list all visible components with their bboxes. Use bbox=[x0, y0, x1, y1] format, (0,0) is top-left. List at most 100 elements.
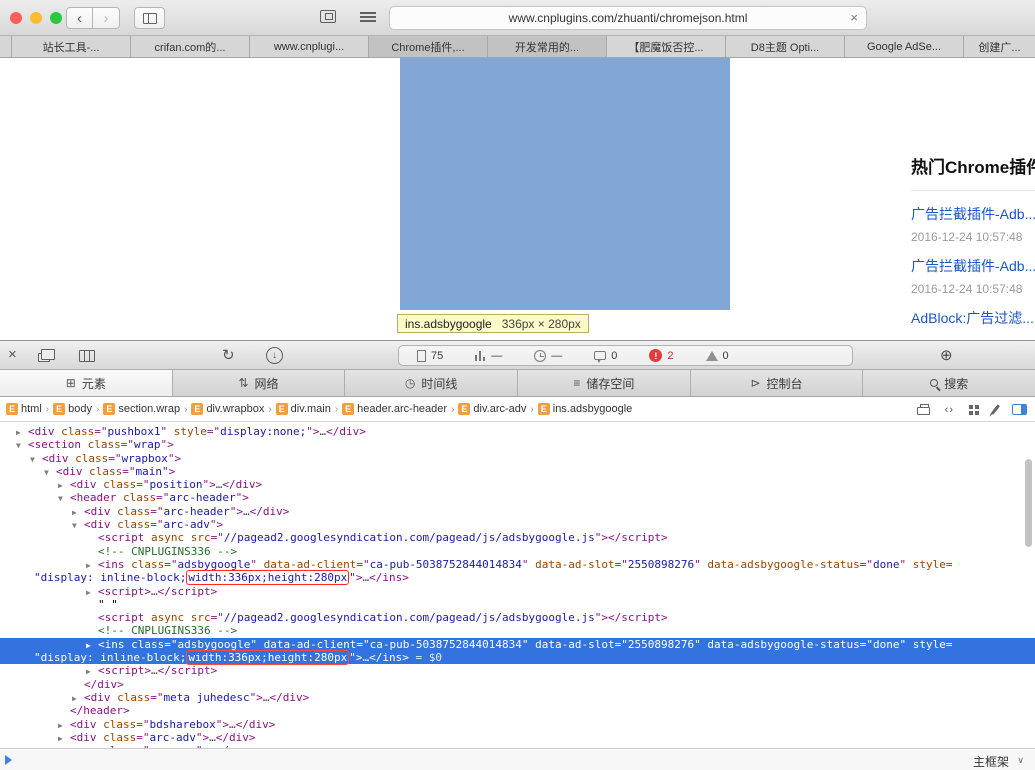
dom-row[interactable]: "display: inline-block; width:336px;heigh… bbox=[0, 570, 1035, 586]
dock-side-icon[interactable] bbox=[79, 350, 95, 362]
browser-tab[interactable] bbox=[0, 36, 12, 57]
dom-row[interactable]: ▼ <section class="wrap"> bbox=[0, 438, 1035, 451]
breadcrumb-item[interactable]: Ediv.arc-adv bbox=[458, 403, 526, 415]
dom-row[interactable]: ▶ <ins class="adsbygoogle" data-ad-client… bbox=[0, 637, 1035, 652]
inspector-tab-elements[interactable]: ⊞ 元素 bbox=[0, 370, 173, 396]
log-count[interactable]: 0 bbox=[594, 350, 617, 363]
error-count-value: 2 bbox=[667, 349, 674, 362]
frame-selector[interactable]: 主框架 bbox=[973, 753, 1009, 770]
code-icon[interactable]: ‹› bbox=[945, 404, 954, 416]
dom-row[interactable]: ▶ <div class="meta juhedesc">…</div> bbox=[0, 691, 1035, 704]
collapse-arrow-icon[interactable]: ▼ bbox=[16, 439, 21, 452]
browser-tab[interactable]: 【肥魔饭否控... bbox=[607, 36, 726, 57]
element-badge-icon: E bbox=[103, 403, 116, 415]
breadcrumb-item[interactable]: Eheader.arc-header bbox=[342, 403, 447, 415]
back-button[interactable]: ‹ bbox=[66, 7, 93, 29]
details-sidebar-icon[interactable] bbox=[1012, 404, 1027, 415]
browser-tab[interactable]: www.cnplugi... bbox=[250, 36, 369, 57]
expand-arrow-icon[interactable]: ▶ bbox=[72, 692, 77, 705]
dom-row[interactable]: ▶ <div class="arc-adv">…</div> bbox=[0, 731, 1035, 744]
collapse-arrow-icon[interactable]: ▼ bbox=[72, 519, 77, 532]
pencil-icon[interactable] bbox=[990, 404, 1001, 415]
reader-button[interactable] bbox=[360, 12, 376, 14]
expand-arrow-icon[interactable]: ▶ bbox=[16, 426, 21, 439]
inspector-tab-storage[interactable]: ≡ 储存空间 bbox=[518, 370, 691, 396]
browser-tab[interactable]: crifan.com的... bbox=[131, 36, 250, 57]
dom-row[interactable]: ▶ <div class="bdsharebox">…</div> bbox=[0, 718, 1035, 731]
browser-tab[interactable]: 创建广... bbox=[964, 36, 1035, 57]
stop-loading-icon[interactable]: × bbox=[850, 10, 858, 25]
collapse-arrow-icon[interactable]: ▼ bbox=[30, 453, 35, 466]
browser-tab[interactable]: D8主题 Opti... bbox=[726, 36, 845, 57]
console-prompt-icon[interactable] bbox=[5, 755, 12, 765]
expand-arrow-icon[interactable]: ▶ bbox=[86, 586, 91, 599]
forward-button[interactable]: › bbox=[93, 7, 120, 29]
dom-row[interactable]: ▶ <ins class="adsbygoogle" data-ad-client… bbox=[0, 558, 1035, 571]
collapse-arrow-icon[interactable]: ▼ bbox=[58, 492, 63, 505]
browser-tab-bar: 站长工具-... crifan.com的... www.cnplugi... Chro… bbox=[0, 36, 1035, 58]
time-summary[interactable]: — bbox=[534, 349, 562, 362]
expand-arrow-icon[interactable]: ▶ bbox=[72, 506, 77, 519]
expand-arrow-icon[interactable]: ▶ bbox=[58, 732, 63, 745]
close-window-button[interactable] bbox=[10, 12, 22, 24]
tab-overview-button[interactable] bbox=[320, 10, 336, 23]
dom-row[interactable]: ▶ <div class="arc-header">…</div> bbox=[0, 505, 1035, 518]
breadcrumb-separator: › bbox=[334, 403, 339, 415]
warning-count[interactable]: 0 bbox=[705, 350, 729, 362]
reload-icon[interactable]: ↻ bbox=[222, 346, 235, 364]
dom-row[interactable]: ▶ <div class="pushbox1" style="display:no… bbox=[0, 425, 1035, 438]
browser-tab[interactable]: 开发常用的... bbox=[488, 36, 607, 57]
dom-row[interactable]: ▼ <div class="arc-adv"> bbox=[0, 518, 1035, 531]
plugin-link[interactable]: 广告拦截插件-Adb... bbox=[911, 256, 1035, 276]
breadcrumb-item[interactable]: Ebody bbox=[53, 403, 92, 415]
dom-row[interactable]: " " bbox=[0, 598, 1035, 611]
dom-row[interactable]: <!-- CNPLUGINS336 --> bbox=[0, 624, 1035, 637]
browser-tab[interactable]: Google AdSe... bbox=[845, 36, 964, 57]
dom-row[interactable]: "display: inline-block; width:336px;heigh… bbox=[0, 650, 1035, 666]
minimize-window-button[interactable] bbox=[30, 12, 42, 24]
download-icon[interactable]: ↓ bbox=[266, 347, 283, 364]
sidebar-toggle-button[interactable] bbox=[134, 7, 165, 29]
inspector-tab-network[interactable]: ⇅ 网络 bbox=[173, 370, 346, 396]
breadcrumb-item[interactable]: Ediv.wrapbox bbox=[191, 403, 264, 415]
dom-row[interactable]: <script async src="//pagead2.googlesyndi… bbox=[0, 611, 1035, 624]
network-summary[interactable]: — bbox=[475, 350, 502, 362]
browser-tab[interactable]: 站长工具-... bbox=[12, 36, 131, 57]
dom-row[interactable]: ▼ <div class="main"> bbox=[0, 465, 1035, 478]
dom-row[interactable]: </header> bbox=[0, 704, 1035, 717]
dom-row[interactable]: ▶ <script>…</script> bbox=[0, 585, 1035, 598]
breadcrumb-item[interactable]: Eins.adsbygoogle bbox=[537, 403, 632, 415]
dom-row[interactable]: </div> bbox=[0, 678, 1035, 691]
print-icon[interactable] bbox=[916, 404, 930, 415]
expand-arrow-icon[interactable]: ▶ bbox=[86, 665, 91, 678]
dom-row[interactable]: <script async src="//pagead2.googlesyndi… bbox=[0, 531, 1035, 544]
dom-row[interactable]: ▼ <div class="wrapbox"> bbox=[0, 452, 1035, 465]
resource-count[interactable]: 75 bbox=[417, 349, 443, 362]
breadcrumb-separator: › bbox=[95, 403, 100, 415]
breadcrumb-item[interactable]: Esection.wrap bbox=[103, 403, 180, 415]
breadcrumb-item[interactable]: Ehtml bbox=[6, 403, 42, 415]
close-inspector-button[interactable]: × bbox=[8, 346, 17, 363]
plugin-link[interactable]: 广告拦截插件-Adb... bbox=[911, 204, 1035, 224]
plugin-link[interactable]: AdBlock:广告过滤... bbox=[911, 308, 1035, 328]
breadcrumb-item[interactable]: Ediv.main bbox=[275, 403, 331, 415]
dom-row[interactable]: ▼ <header class="arc-header"> bbox=[0, 491, 1035, 504]
dom-row[interactable]: <!-- CNPLUGINS336 --> bbox=[0, 545, 1035, 558]
address-bar[interactable]: www.cnplugins.com/zhuanti/chromejson.htm… bbox=[389, 6, 867, 30]
browser-tab[interactable]: Chrome插件,... bbox=[369, 36, 488, 57]
dom-row[interactable]: ▶ <script>…</script> bbox=[0, 664, 1035, 677]
dom-row[interactable]: ▶ <div class="position">…</div> bbox=[0, 478, 1035, 491]
inspector-tab-timelines[interactable]: ◷ 时间线 bbox=[345, 370, 519, 396]
inspector-tab-search[interactable]: 搜索 bbox=[863, 370, 1035, 396]
expand-arrow-icon[interactable]: ▶ bbox=[58, 719, 63, 732]
document-icon bbox=[417, 349, 426, 362]
collapse-arrow-icon[interactable]: ▼ bbox=[44, 466, 49, 479]
zoom-window-button[interactable] bbox=[50, 12, 62, 24]
breadcrumb-label: div.wrapbox bbox=[206, 403, 265, 415]
grid-icon[interactable] bbox=[969, 404, 979, 415]
detach-window-icon[interactable] bbox=[38, 349, 55, 362]
element-picker-icon[interactable]: ⊕ bbox=[940, 346, 953, 364]
inspector-tab-console[interactable]: ⊳ 控制台 bbox=[691, 370, 864, 396]
error-count[interactable]: ! 2 bbox=[649, 349, 674, 362]
expand-arrow-icon[interactable]: ▶ bbox=[58, 479, 63, 492]
